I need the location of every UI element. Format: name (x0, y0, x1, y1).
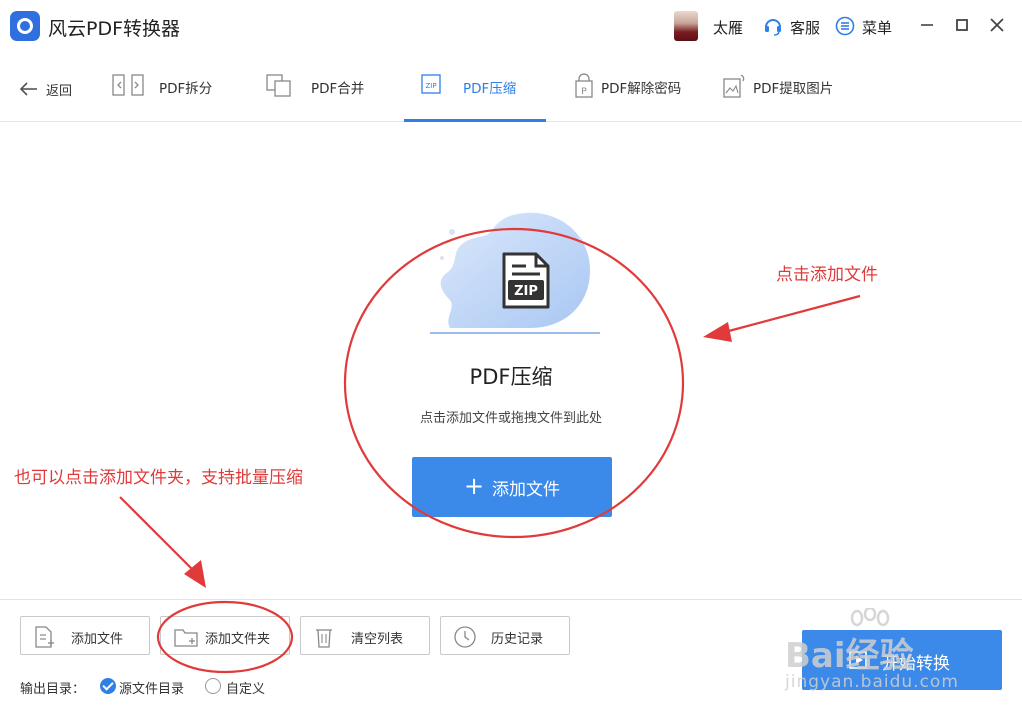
radio-source-dir[interactable] (100, 678, 116, 694)
user-name[interactable]: 太雁 (713, 17, 743, 38)
image-extract-icon (723, 74, 745, 98)
add-folder-label: 添加文件夹 (205, 632, 271, 647)
radio-custom-dir-label[interactable]: 自定义 (226, 678, 265, 697)
annotation-add-file: 点击添加文件 (776, 265, 878, 285)
add-folder-icon (174, 629, 198, 647)
add-folder-button[interactable]: 添加文件夹 (160, 616, 290, 655)
annotation-add-folder: 也可以点击添加文件夹，支持批量压缩 (14, 468, 303, 488)
clock-icon (454, 626, 476, 648)
back-arrow-icon[interactable] (18, 76, 40, 102)
menu-icon[interactable] (835, 16, 855, 36)
minimize-icon[interactable] (916, 14, 938, 36)
back-button[interactable]: 返回 (46, 80, 72, 99)
output-dir-label: 输出目录： (20, 682, 86, 697)
tab-pdf-unlock[interactable]: P PDF解除密码 (574, 52, 704, 122)
title-bar: 风云PDF转换器 太雁 客服 菜单 (0, 0, 1022, 52)
watermark-sub-text: jingyan.baidu.com (785, 672, 959, 692)
split-icon (112, 74, 144, 96)
radio-custom-dir[interactable] (205, 678, 221, 694)
tab-pdf-merge[interactable]: PDF合并 (266, 52, 386, 122)
close-icon[interactable] (986, 14, 1008, 36)
zip-icon: ZIP (421, 74, 441, 94)
tab-label: PDF压缩 (463, 81, 517, 97)
zip-illustration-label: ZIP (514, 284, 538, 299)
history-button[interactable]: 历史记录 (440, 616, 570, 655)
radio-source-dir-label[interactable]: 源文件目录 (119, 678, 184, 697)
add-file-toolbar-button[interactable]: 添加文件 (20, 616, 150, 655)
svg-text:ZIP: ZIP (425, 82, 436, 90)
app-logo-icon (10, 11, 40, 41)
pdf-unlock-icon: P (575, 73, 593, 98)
active-tab-indicator (404, 119, 546, 122)
tab-label: PDF提取图片 (753, 81, 834, 97)
drop-zone-hint: 点击添加文件或拖拽文件到此处 (419, 411, 602, 426)
add-file-button[interactable]: + 添加文件 (412, 457, 612, 517)
maximize-icon[interactable] (951, 14, 973, 36)
merge-icon (266, 74, 291, 97)
tool-tab-bar: 返回 PDF拆分 PDF合并 ZIP PDF压缩 P PDF解除密码 PDF提取… (0, 52, 1022, 122)
svg-text:P: P (581, 87, 587, 97)
avatar[interactable] (674, 11, 698, 41)
history-label: 历史记录 (491, 632, 544, 647)
add-file-icon (35, 626, 54, 648)
add-file-button-label: 添加文件 (492, 479, 561, 500)
add-file-toolbar-label: 添加文件 (71, 632, 124, 647)
tab-pdf-extract-images[interactable]: PDF提取图片 (722, 52, 852, 122)
zip-file-illustration: ZIP (430, 212, 600, 334)
menu-button[interactable]: 菜单 (862, 17, 892, 38)
tab-label: PDF拆分 (159, 81, 213, 97)
tab-pdf-compress[interactable]: ZIP PDF压缩 (404, 52, 546, 122)
watermark-main-text: Bai经验 (785, 636, 914, 676)
plus-icon: + (463, 472, 485, 500)
trash-icon (316, 629, 332, 648)
app-title: 风云PDF转换器 (48, 18, 181, 40)
clear-list-label: 清空列表 (351, 632, 404, 647)
headset-icon[interactable] (763, 16, 783, 36)
tab-pdf-split[interactable]: PDF拆分 (112, 52, 232, 122)
clear-list-button[interactable]: 清空列表 (300, 616, 430, 655)
drop-zone-title: PDF压缩 (469, 365, 553, 389)
tab-label: PDF合并 (311, 81, 365, 97)
tab-label: PDF解除密码 (601, 81, 682, 97)
customer-service-button[interactable]: 客服 (790, 17, 820, 38)
